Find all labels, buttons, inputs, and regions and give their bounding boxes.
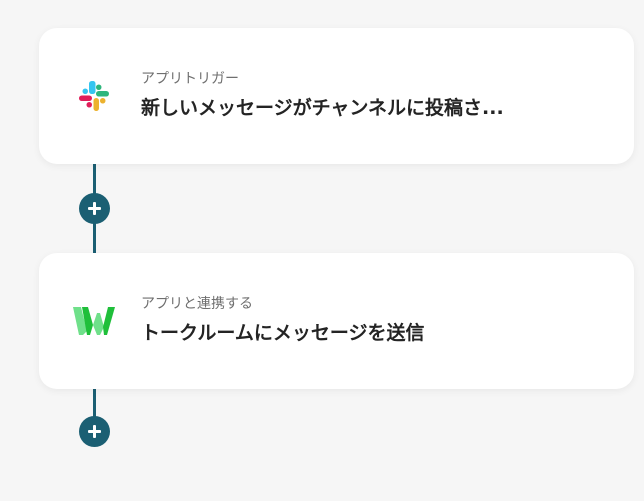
add-step-button[interactable] — [79, 416, 110, 447]
trigger-step-card[interactable]: アプリトリガー 新しいメッセージがチャンネルに投稿さ... — [39, 28, 634, 164]
action-step-card[interactable]: アプリと連携する トークルームにメッセージを送信 — [39, 253, 634, 389]
step-title: 新しいメッセージがチャンネルに投稿さ... — [141, 97, 504, 119]
lineworks-w-logo-icon — [73, 300, 115, 342]
step-type-label: アプリトリガー — [141, 71, 239, 87]
plus-icon — [88, 425, 101, 438]
step-type-label: アプリと連携する — [141, 296, 253, 312]
add-step-button[interactable] — [79, 193, 110, 224]
slack-logo-icon — [73, 75, 115, 117]
step-title: トークルームにメッセージを送信 — [141, 322, 425, 344]
plus-icon — [88, 202, 101, 215]
